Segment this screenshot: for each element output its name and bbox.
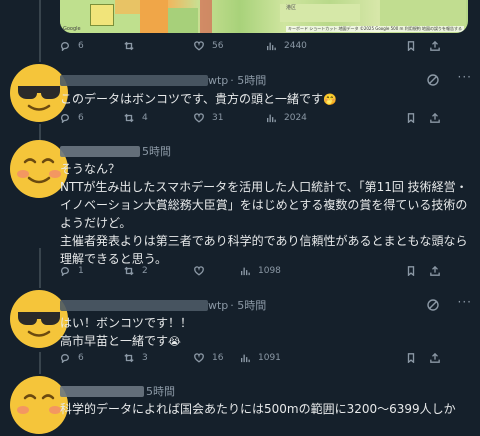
- like-count: 16: [212, 353, 224, 363]
- tweet-header: wtp · 5時間: [60, 297, 266, 313]
- views-count: 2440: [284, 41, 307, 51]
- tweet-actions: 6 56 2440: [60, 41, 440, 55]
- reply-icon: [60, 267, 69, 276]
- timestamp[interactable]: · 5時間: [230, 297, 266, 313]
- timestamp[interactable]: 5時間: [146, 383, 175, 399]
- more-icon[interactable]: ···: [458, 295, 472, 309]
- like-button[interactable]: 31: [194, 113, 223, 123]
- grok-icon[interactable]: [426, 298, 440, 312]
- retweet-button[interactable]: 2: [124, 266, 148, 276]
- reply-count: 1: [78, 266, 84, 276]
- heart-icon: [194, 41, 204, 51]
- reply-button[interactable]: 6: [60, 41, 84, 51]
- views-count: 2024: [284, 113, 307, 123]
- retweet-icon: [124, 266, 134, 276]
- thread-line: [39, 352, 41, 374]
- google-logo: Google: [63, 26, 81, 32]
- tweet-text-content: このデータはボンコツです、貴方の頭と一緒です: [60, 92, 324, 106]
- tweet-text: そうなん？ NTTが生み出したスマホデータを活用した人口統計で、「第11回 技術…: [60, 162, 468, 266]
- reply-icon: [60, 354, 69, 363]
- retweet-icon: [124, 113, 134, 123]
- retweet-count: 4: [142, 113, 148, 123]
- display-name[interactable]: [60, 299, 208, 311]
- retweet-count: 2: [142, 266, 148, 276]
- tweet-header: 5時間: [60, 383, 175, 399]
- views-button[interactable]: 1098: [240, 266, 281, 276]
- timestamp[interactable]: 5時間: [142, 143, 171, 159]
- bookmark-icon[interactable]: [406, 113, 416, 123]
- tweet-header: 5時間: [60, 143, 171, 159]
- tweet-text: このデータはボンコツです、貴方の頭と一緒です🤭: [60, 90, 472, 109]
- views-icon: [267, 42, 276, 51]
- tweet-actions: 1 2 1098: [60, 266, 440, 280]
- share-icon[interactable]: [430, 266, 440, 276]
- like-button[interactable]: 16: [194, 353, 223, 363]
- share-icon[interactable]: [430, 113, 440, 123]
- like-button[interactable]: 56: [194, 41, 223, 51]
- views-button[interactable]: 2024: [266, 113, 307, 123]
- map-image[interactable]: 港区 Google キーボード ショートカット 地図データ ©2025 Goog…: [60, 0, 468, 33]
- share-icon[interactable]: [430, 41, 440, 51]
- reply-button[interactable]: 1: [60, 266, 84, 276]
- emoji: 😭: [168, 335, 181, 348]
- like-count: 56: [212, 41, 224, 51]
- handle[interactable]: wtp: [208, 74, 228, 87]
- thread-line: [39, 0, 41, 62]
- share-icon[interactable]: [430, 353, 440, 363]
- retweet-icon: [124, 353, 134, 363]
- tweet-header: wtp · 5時間: [60, 72, 266, 88]
- retweet-button[interactable]: 4: [124, 113, 148, 123]
- tweet-actions: 6 3 16 1091: [60, 353, 440, 367]
- reply-button[interactable]: 6: [60, 353, 84, 363]
- retweet-count: 3: [142, 353, 148, 363]
- grok-icon[interactable]: [426, 73, 440, 87]
- handle[interactable]: wtp: [208, 299, 228, 312]
- bookmark-icon[interactable]: [406, 41, 416, 51]
- reply-icon: [60, 114, 69, 123]
- like-button[interactable]: [194, 266, 212, 276]
- views-count: 1098: [258, 266, 281, 276]
- heart-icon: [194, 113, 204, 123]
- emoji: 🤭: [323, 93, 337, 106]
- thread-line: [39, 248, 41, 288]
- heart-icon: [194, 266, 204, 276]
- map-place-label: 港区: [286, 5, 297, 11]
- more-icon[interactable]: ···: [458, 70, 472, 84]
- views-icon: [267, 114, 276, 123]
- display-name[interactable]: [60, 385, 144, 397]
- tweet-text: はい！ボンコツです！！ 高市早苗と一緒です😭: [60, 314, 472, 351]
- retweet-button[interactable]: 3: [124, 353, 148, 363]
- retweet-button[interactable]: [124, 41, 142, 51]
- display-name[interactable]: [60, 74, 208, 86]
- views-button[interactable]: 1091: [240, 353, 281, 363]
- views-button[interactable]: 2440: [266, 41, 307, 51]
- timestamp[interactable]: · 5時間: [230, 72, 266, 88]
- reply-button[interactable]: 6: [60, 113, 84, 123]
- views-icon: [241, 267, 250, 276]
- views-count: 1091: [258, 353, 281, 363]
- bookmark-icon[interactable]: [406, 353, 416, 363]
- retweet-icon: [124, 41, 134, 51]
- reply-count: 6: [78, 41, 84, 51]
- bookmark-icon[interactable]: [406, 266, 416, 276]
- like-count: 31: [212, 113, 224, 123]
- heart-icon: [194, 353, 204, 363]
- reply-count: 6: [78, 353, 84, 363]
- display-name[interactable]: [60, 145, 140, 157]
- tweet-actions: 6 4 31 2024: [60, 113, 440, 127]
- tweet-text: 科学的データによれば国会あたりには500mの範囲に3200～6399人しか: [60, 402, 456, 416]
- reply-count: 6: [78, 113, 84, 123]
- views-icon: [241, 354, 250, 363]
- reply-icon: [60, 42, 69, 51]
- map-attribution: キーボード ショートカット 地図データ ©2025 Google 500 m 利…: [286, 26, 464, 32]
